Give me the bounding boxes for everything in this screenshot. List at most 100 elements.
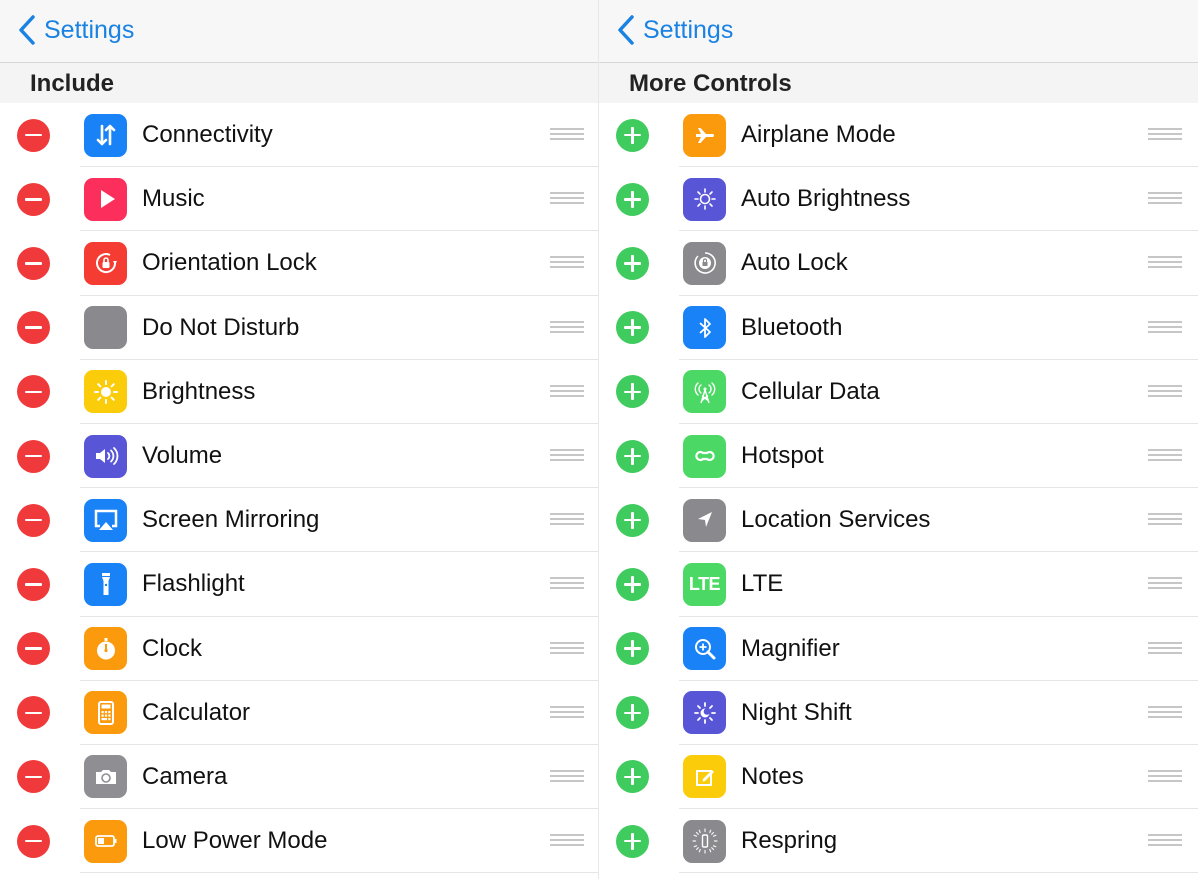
back-label: Settings bbox=[643, 15, 734, 44]
respring-icon bbox=[683, 819, 726, 863]
reorder-handle-icon[interactable] bbox=[1148, 128, 1182, 142]
item-label: Calculator bbox=[142, 698, 251, 726]
back-button[interactable]: Settings bbox=[18, 14, 134, 46]
list-item: Orientation Lock bbox=[0, 231, 600, 296]
reorder-handle-icon[interactable] bbox=[1148, 256, 1182, 270]
cellular-antenna-icon bbox=[683, 370, 726, 414]
reorder-handle-icon[interactable] bbox=[550, 128, 584, 142]
add-button[interactable] bbox=[616, 824, 649, 858]
add-button[interactable] bbox=[616, 760, 649, 794]
reorder-handle-icon[interactable] bbox=[1148, 320, 1182, 335]
remove-button[interactable] bbox=[17, 246, 50, 280]
plus-icon bbox=[631, 126, 634, 144]
remove-button[interactable] bbox=[17, 567, 50, 601]
item-label: Flashlight bbox=[142, 570, 245, 598]
screen-mirroring-icon bbox=[84, 498, 127, 542]
reorder-handle-icon[interactable] bbox=[1148, 769, 1182, 784]
remove-button[interactable] bbox=[17, 118, 50, 152]
item-label: Cellular Data bbox=[741, 377, 880, 405]
add-button[interactable] bbox=[616, 439, 649, 473]
reorder-handle-icon[interactable] bbox=[550, 256, 584, 270]
list-item: Low Power Mode bbox=[0, 809, 600, 874]
remove-button[interactable] bbox=[17, 503, 50, 537]
reorder-handle-icon[interactable] bbox=[1148, 641, 1182, 656]
bluetooth-icon-glyph bbox=[698, 317, 711, 338]
reorder-handle-icon[interactable] bbox=[550, 641, 584, 656]
item-label: Hotspot bbox=[741, 442, 824, 470]
reorder-handle-icon[interactable] bbox=[1148, 705, 1182, 720]
hotspot-icon bbox=[683, 434, 726, 478]
reorder-handle-icon[interactable] bbox=[1148, 192, 1182, 206]
flashlight-icon-glyph bbox=[101, 573, 110, 596]
list-item: Volume bbox=[0, 424, 600, 489]
camera-icon bbox=[84, 755, 127, 799]
remove-button[interactable] bbox=[17, 375, 50, 409]
reorder-handle-icon[interactable] bbox=[1148, 384, 1182, 399]
add-button[interactable] bbox=[616, 567, 649, 601]
list-item: Music bbox=[0, 167, 600, 232]
reorder-handle-icon[interactable] bbox=[550, 834, 584, 848]
add-button[interactable] bbox=[616, 503, 649, 537]
remove-button[interactable] bbox=[17, 632, 50, 666]
reorder-handle-icon[interactable] bbox=[550, 513, 584, 527]
reorder-handle-icon[interactable] bbox=[550, 705, 584, 720]
stopwatch-icon-glyph bbox=[96, 637, 115, 660]
reorder-handle-icon[interactable] bbox=[550, 449, 584, 463]
item-label: Screen Mirroring bbox=[142, 506, 320, 534]
music-play-icon-glyph bbox=[100, 190, 115, 209]
reorder-handle-icon[interactable] bbox=[550, 769, 584, 784]
add-button[interactable] bbox=[616, 182, 649, 216]
respring-icon-glyph bbox=[691, 828, 718, 854]
auto-lock-icon-glyph bbox=[693, 252, 716, 275]
chevron-left-icon bbox=[618, 15, 634, 45]
volume-icon bbox=[84, 434, 127, 478]
plus-icon bbox=[631, 704, 634, 722]
lte-icon: LTE bbox=[683, 562, 726, 606]
add-button[interactable] bbox=[616, 311, 649, 345]
screen-mirroring-icon-glyph bbox=[94, 509, 117, 531]
camera-icon-glyph bbox=[95, 769, 116, 784]
calculator-icon-glyph bbox=[97, 700, 114, 725]
reorder-handle-icon[interactable] bbox=[550, 384, 584, 399]
add-button[interactable] bbox=[616, 118, 649, 152]
reorder-handle-icon[interactable] bbox=[550, 577, 584, 591]
reorder-handle-icon[interactable] bbox=[1148, 834, 1182, 848]
remove-button[interactable] bbox=[17, 182, 50, 216]
reorder-handle-icon[interactable] bbox=[1148, 577, 1182, 591]
remove-button[interactable] bbox=[17, 439, 50, 473]
night-shift-icon-glyph bbox=[693, 701, 716, 724]
remove-button[interactable] bbox=[17, 824, 50, 858]
magnifier-icon-glyph bbox=[694, 638, 715, 660]
list-item: Night Shift bbox=[599, 681, 1198, 746]
reorder-handle-icon[interactable] bbox=[550, 192, 584, 206]
plus-icon bbox=[631, 319, 634, 337]
item-label: Night Shift bbox=[741, 698, 852, 726]
back-button[interactable]: Settings bbox=[617, 14, 733, 46]
remove-button[interactable] bbox=[17, 760, 50, 794]
reorder-handle-icon[interactable] bbox=[1148, 449, 1182, 463]
item-label: Do Not Disturb bbox=[142, 313, 300, 341]
reorder-handle-icon[interactable] bbox=[1148, 513, 1182, 527]
list-item: Respring bbox=[599, 809, 1198, 874]
remove-button[interactable] bbox=[17, 311, 50, 345]
add-button[interactable] bbox=[616, 246, 649, 280]
music-play-icon bbox=[84, 177, 127, 221]
plus-icon bbox=[631, 575, 634, 593]
add-button[interactable] bbox=[616, 696, 649, 730]
night-shift-icon bbox=[683, 691, 726, 735]
battery-icon bbox=[84, 819, 127, 863]
add-button[interactable] bbox=[616, 632, 649, 666]
list-item: Bluetooth bbox=[599, 296, 1198, 360]
minus-icon bbox=[25, 198, 42, 201]
plus-icon bbox=[631, 254, 634, 272]
plus-icon bbox=[631, 832, 634, 850]
reorder-handle-icon[interactable] bbox=[550, 320, 584, 335]
calculator-icon bbox=[84, 691, 127, 735]
item-label: Camera bbox=[142, 762, 228, 790]
list-item: Flashlight bbox=[0, 552, 600, 617]
add-button[interactable] bbox=[616, 375, 649, 409]
item-label: Auto Brightness bbox=[741, 185, 911, 213]
plus-icon bbox=[631, 383, 634, 401]
remove-button[interactable] bbox=[17, 696, 50, 730]
minus-icon bbox=[25, 583, 42, 586]
